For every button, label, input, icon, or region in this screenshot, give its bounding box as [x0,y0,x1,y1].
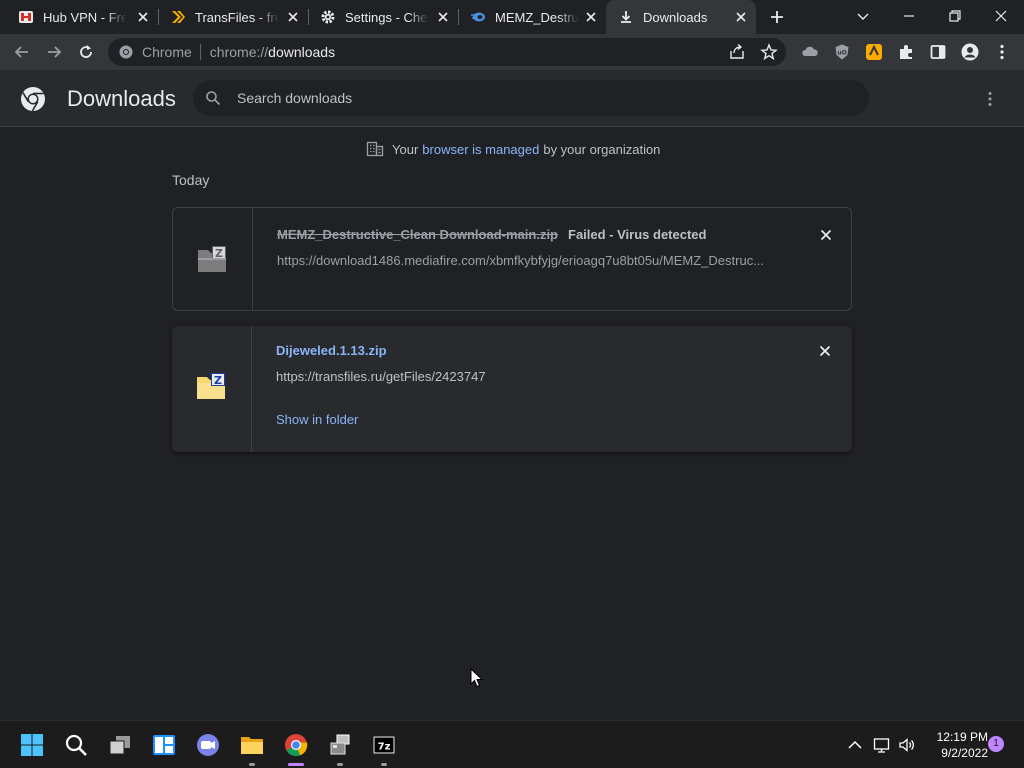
search-icon [206,91,221,106]
close-icon[interactable] [734,10,748,24]
windows-start-icon[interactable] [20,733,44,757]
gear-icon [321,10,335,24]
close-icon[interactable] [584,10,598,24]
forward-icon[interactable] [45,43,63,61]
setup-installer-icon[interactable] [328,733,352,757]
search-bar[interactable] [193,80,869,116]
extensions-puzzle-icon[interactable] [897,43,915,61]
browser-toolbar: Chrome chrome://downloads uO [0,34,1024,70]
download-filename: MEMZ_Destructive_Clean Download-main.zip… [277,227,706,242]
chrome-menu-icon[interactable] [993,43,1011,61]
downloads-header: Downloads [0,70,1024,127]
download-filename[interactable]: Dijeweled.1.13.zip [276,343,387,358]
managed-text-before: Your [392,141,419,157]
running-indicator [337,763,343,766]
show-in-folder-link[interactable]: Show in folder [276,412,358,427]
date-section-heading: Today [172,172,210,188]
ublock-icon[interactable]: uO [833,43,851,61]
tab-hubvpn[interactable]: Hub VPN - Free [0,0,158,34]
close-icon[interactable] [286,10,300,24]
back-icon[interactable] [13,43,31,61]
tab-title: Downloads [643,9,708,25]
chrome-taskbar-icon[interactable] [284,733,308,757]
svg-text:Z: Z [214,374,222,387]
download-url[interactable]: https://transfiles.ru/getFiles/2423747 [276,369,486,384]
minimize-icon[interactable] [900,7,918,25]
tab-title: Settings - Check [345,9,429,25]
notification-badge[interactable]: 1 [988,736,1004,752]
address-bar[interactable]: Chrome chrome://downloads [108,38,786,66]
url-scheme: chrome:// [209,44,269,60]
download-item: Z Dijeweled.1.13.zip https://transfiles.… [172,326,852,452]
close-icon[interactable] [136,10,150,24]
close-icon[interactable] [436,10,450,24]
teams-chat-icon[interactable] [196,733,220,757]
profile-avatar-icon[interactable] [961,43,979,61]
clock-date: 9/2/2022 [941,746,988,760]
hubvpn-icon [19,11,33,23]
tab-search-chevron-icon[interactable] [854,7,872,25]
search-icon[interactable] [64,733,88,757]
tab-title: MEMZ_Destruct [495,9,579,25]
chrome-logo-icon [21,87,45,112]
file-icon-column: Z [172,326,252,452]
mediafire-icon [471,12,485,22]
volume-icon[interactable] [898,737,916,753]
running-indicator [249,763,255,766]
zip-file-icon: Z [197,373,225,399]
show-hidden-icons-chevron-icon[interactable] [846,737,864,753]
page-title: Downloads [67,86,176,111]
bookmark-star-icon[interactable] [760,43,778,61]
running-indicator [381,763,387,766]
tab-strip: Hub VPN - Free TransFiles - free Setting… [0,0,1024,34]
chrome-site-icon [119,45,133,59]
zip-file-icon: Z [198,246,226,272]
download-status: Failed - Virus detected [568,227,707,242]
url-text: chrome://downloads [201,44,335,60]
cloud-extension-icon[interactable] [801,43,819,61]
system-clock[interactable]: 12:19 PM 9/2/2022 [928,729,988,761]
side-panel-icon[interactable] [929,43,947,61]
managed-link[interactable]: browser is managed [422,142,539,157]
managed-text-after: by your organization [543,141,661,157]
download-icon [621,11,631,23]
window-close-icon[interactable] [992,7,1010,25]
remove-from-list-icon[interactable] [819,228,833,242]
widgets-icon[interactable] [152,733,176,757]
tab-title: Hub VPN - Free [43,9,127,25]
tab-settings[interactable]: Settings - Check [308,0,458,34]
task-view-icon[interactable] [108,733,132,757]
url-host: downloads [268,44,336,60]
download-item-failed: Z MEMZ_Destructive_Clean Download-main.z… [172,207,852,311]
svg-text:7z: 7z [378,742,391,753]
violentmonkey-icon[interactable] [865,43,883,61]
svg-text:uO: uO [837,50,846,57]
windows-taskbar: 7z 12:19 PM 9/2/2022 [0,720,1024,768]
search-input[interactable] [237,90,837,106]
new-tab-icon[interactable] [768,8,786,26]
origin-chip: Chrome [142,44,201,60]
managed-notice: Your browser is managed by your organiza… [366,141,660,157]
share-icon[interactable] [728,43,746,61]
tab-memz[interactable]: MEMZ_Destruct [458,0,606,34]
download-url[interactable]: https://download1486.mediafire.com/xbmfk… [277,253,764,268]
tab-title: TransFiles - free [195,9,279,25]
transfiles-icon [172,11,185,23]
restore-icon[interactable] [946,7,964,25]
tab-downloads[interactable]: Downloads [606,0,756,34]
tab-transfiles[interactable]: TransFiles - free [158,0,308,34]
clock-time: 12:19 PM [936,730,988,744]
reload-icon[interactable] [77,43,95,61]
filename-text: MEMZ_Destructive_Clean Download-main.zip [277,227,558,242]
mouse-cursor-icon [470,668,484,688]
remove-from-list-icon[interactable] [818,344,832,358]
active-indicator [288,763,304,766]
network-icon[interactable] [873,737,891,753]
more-actions-icon[interactable] [982,90,998,108]
building-icon [366,141,384,157]
file-explorer-icon[interactable] [240,733,264,757]
7zip-icon[interactable]: 7z [372,733,396,757]
file-icon-column: Z [173,208,253,310]
